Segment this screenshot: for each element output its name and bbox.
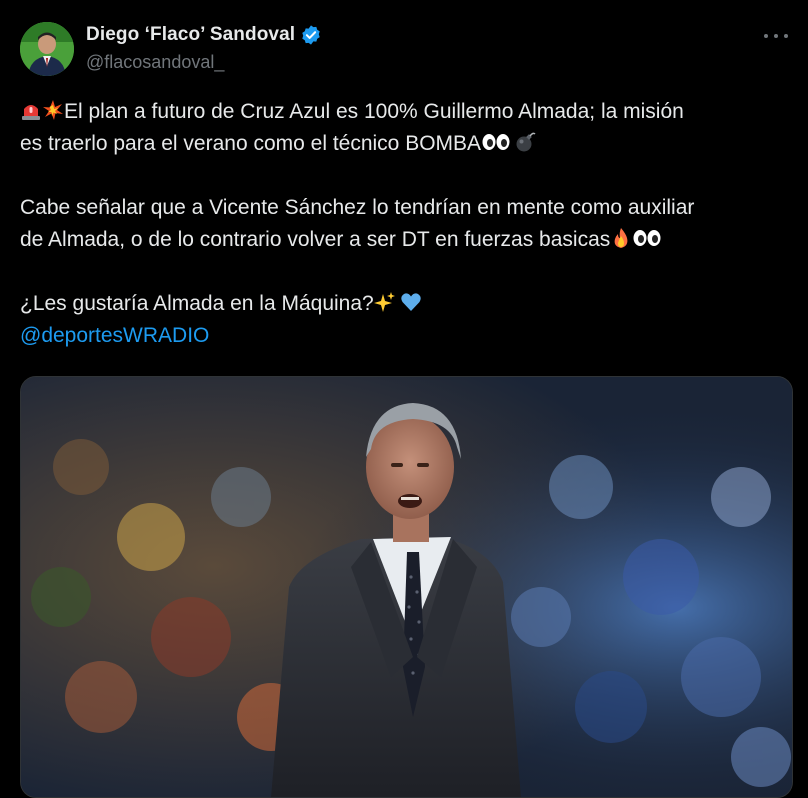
tweet-line-1: El plan a futuro de Cruz Azul es 100% Gu…	[20, 96, 790, 128]
tweet-line-2-text: es traerlo para el verano como el técnic…	[20, 132, 482, 155]
eyes-emoji	[632, 227, 662, 249]
sparkles-emoji	[373, 291, 396, 313]
author-display-name[interactable]: Diego ‘Flaco’ Sandoval	[86, 24, 295, 46]
mention-link[interactable]: @deportesWRADIO	[20, 324, 209, 347]
tweet-para-2-line-2-text: de Almada, o de lo contrario volver a se…	[20, 228, 611, 251]
tweet-para-2-line-2: de Almada, o de lo contrario volver a se…	[20, 224, 790, 256]
blue-heart-emoji	[400, 291, 422, 313]
siren-emoji	[20, 99, 42, 121]
author-handle[interactable]: @flacosandoval_	[86, 52, 322, 73]
tweet-para-3-text: ¿Les gustaría Almada en la Máquina?	[20, 292, 374, 315]
tweet-text: El plan a futuro de Cruz Azul es 100% Gu…	[20, 96, 790, 352]
verified-badge-icon[interactable]	[300, 24, 322, 46]
fire-emoji	[610, 227, 632, 249]
tweet-media-photo[interactable]	[20, 376, 793, 798]
tweet-line-1-text: El plan a futuro de Cruz Azul es 100% Gu…	[64, 100, 684, 123]
author-avatar[interactable]	[20, 22, 74, 76]
tweet-card[interactable]: Diego ‘Flaco’ Sandoval @flacosandoval_ E…	[0, 0, 808, 798]
tweet-para-2-line-1-text: Cabe señalar que a Vicente Sánchez lo te…	[20, 196, 695, 219]
eyes-emoji	[481, 131, 511, 153]
tweet-mention-line: @deportesWRADIO	[20, 320, 790, 352]
more-options-icon[interactable]	[764, 26, 788, 46]
tweet-para-2-line-1: Cabe señalar que a Vicente Sánchez lo te…	[20, 192, 790, 224]
tweet-line-2: es traerlo para el verano como el técnic…	[20, 128, 790, 160]
bomb-emoji	[515, 131, 537, 153]
tweet-para-3: ¿Les gustaría Almada en la Máquina?	[20, 288, 790, 320]
collision-emoji	[42, 99, 64, 121]
